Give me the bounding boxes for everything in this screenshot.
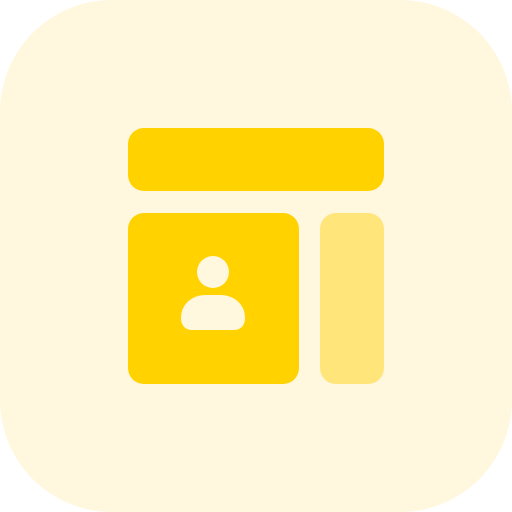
header-bar-shape	[128, 128, 384, 191]
side-panel-shape	[320, 213, 384, 384]
user-body-shape	[181, 295, 245, 330]
user-head-shape	[197, 256, 229, 288]
profile-layout-app-icon	[0, 0, 512, 512]
